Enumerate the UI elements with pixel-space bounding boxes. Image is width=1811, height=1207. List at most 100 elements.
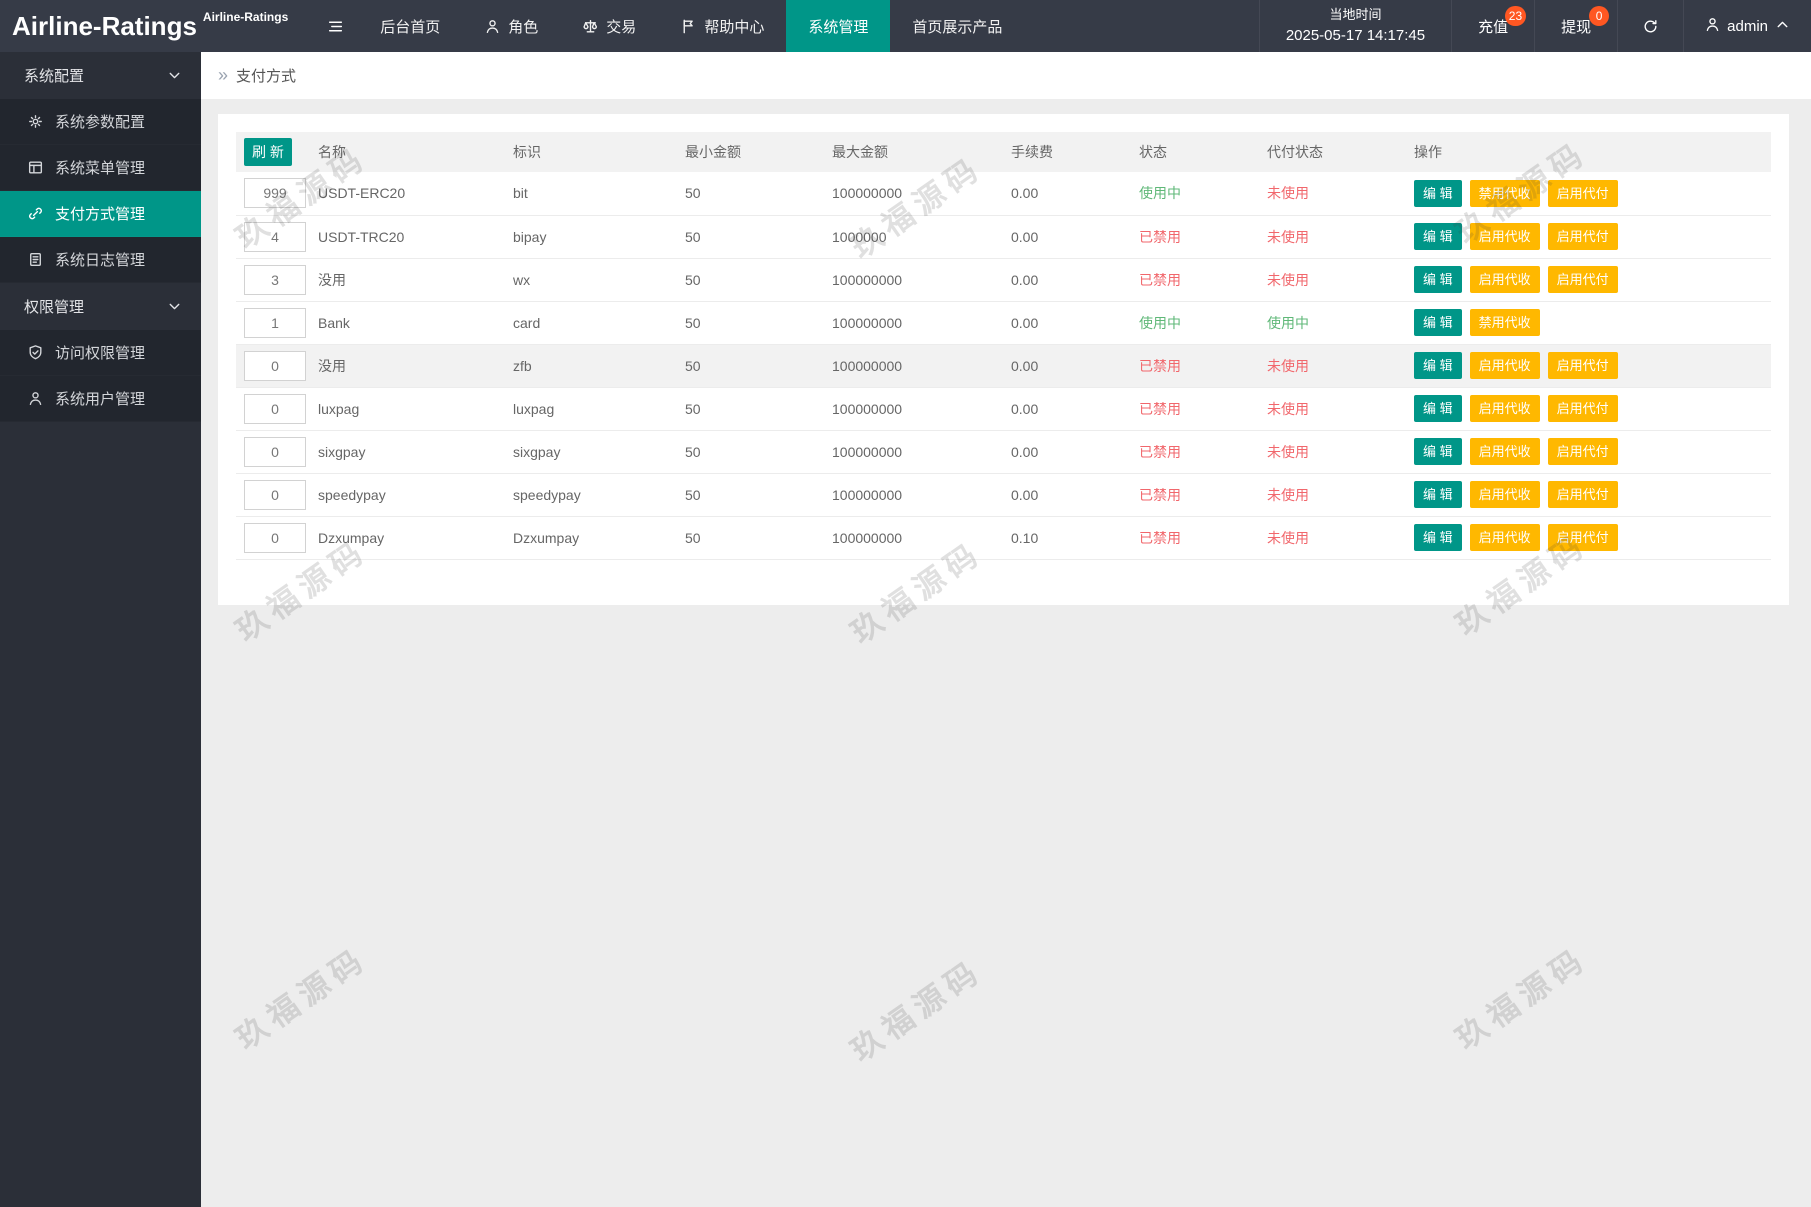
sidebar-toggle-button[interactable] xyxy=(312,0,358,52)
action-button[interactable]: 编 辑 xyxy=(1414,352,1462,379)
nav-item[interactable]: 帮助中心 xyxy=(658,0,786,52)
cell-name: 没用 xyxy=(310,344,505,387)
sidebar-section-title[interactable]: 系统配置 xyxy=(0,52,201,99)
quick-link[interactable]: 充值23 xyxy=(1452,0,1535,52)
pay-status-text: 未使用 xyxy=(1267,401,1309,417)
sort-input[interactable] xyxy=(244,523,306,553)
action-button[interactable]: 启用代收 xyxy=(1470,266,1540,293)
status-text: 已禁用 xyxy=(1139,272,1181,288)
nav-item-label: 首页展示产品 xyxy=(912,16,1002,37)
sidebar-item[interactable]: 系统用户管理 xyxy=(0,376,201,422)
status-text: 使用中 xyxy=(1139,315,1181,331)
shield-check-icon xyxy=(27,344,44,361)
action-button[interactable]: 启用代付 xyxy=(1548,223,1618,250)
sidebar-item-label: 系统参数配置 xyxy=(55,111,145,132)
cell-name: speedypay xyxy=(310,473,505,516)
action-button[interactable]: 启用代收 xyxy=(1470,481,1540,508)
menu-grid-icon xyxy=(27,159,44,176)
sidebar-section-title[interactable]: 权限管理 xyxy=(0,283,201,330)
table-row: sixgpaysixgpay501000000000.00已禁用未使用编 辑启用… xyxy=(236,430,1771,473)
action-button[interactable]: 禁用代收 xyxy=(1470,180,1540,207)
sidebar-item[interactable]: 支付方式管理 xyxy=(0,191,201,237)
sort-input[interactable] xyxy=(244,265,306,295)
logo-superscript: Airline-Ratings xyxy=(203,10,288,24)
cell-status: 已禁用 xyxy=(1131,258,1259,301)
cell-status: 已禁用 xyxy=(1131,430,1259,473)
nav-item[interactable]: 交易 xyxy=(560,0,658,52)
action-button[interactable]: 编 辑 xyxy=(1414,524,1462,551)
action-button[interactable]: 编 辑 xyxy=(1414,395,1462,422)
action-button[interactable]: 启用代付 xyxy=(1548,352,1618,379)
sort-input[interactable] xyxy=(244,178,306,208)
nav-item-label: 角色 xyxy=(508,16,538,37)
sort-input[interactable] xyxy=(244,308,306,338)
flag-icon xyxy=(680,18,697,35)
cell-sort xyxy=(236,215,310,258)
cell-min: 50 xyxy=(677,172,824,215)
pay-status-text: 未使用 xyxy=(1267,444,1309,460)
action-button[interactable]: 启用代收 xyxy=(1470,524,1540,551)
link-icon xyxy=(27,205,44,222)
cell-min: 50 xyxy=(677,430,824,473)
action-button[interactable]: 编 辑 xyxy=(1414,309,1462,336)
top-navbar: Airline-Ratings Airline-Ratings 后台首页角色交易… xyxy=(0,0,1811,52)
action-button[interactable]: 编 辑 xyxy=(1414,180,1462,207)
sidebar-item[interactable]: 系统参数配置 xyxy=(0,99,201,145)
cell-fee: 0.00 xyxy=(1003,215,1131,258)
table-row: 没用zfb501000000000.00已禁用未使用编 辑启用代收启用代付 xyxy=(236,344,1771,387)
cell-actions: 编 辑启用代收启用代付 xyxy=(1406,387,1771,430)
action-button[interactable]: 启用代付 xyxy=(1548,524,1618,551)
action-button[interactable]: 启用代付 xyxy=(1548,481,1618,508)
nav-item[interactable]: 角色 xyxy=(462,0,560,52)
sort-input[interactable] xyxy=(244,394,306,424)
cell-code: sixgpay xyxy=(505,430,677,473)
status-text: 已禁用 xyxy=(1139,358,1181,374)
person-icon xyxy=(1704,16,1721,33)
action-button[interactable]: 编 辑 xyxy=(1414,266,1462,293)
action-button[interactable]: 启用代付 xyxy=(1548,395,1618,422)
local-time: 当地时间 2025-05-17 14:17:45 xyxy=(1259,0,1452,52)
status-text: 已禁用 xyxy=(1139,401,1181,417)
action-button[interactable]: 编 辑 xyxy=(1414,438,1462,465)
action-button[interactable]: 启用代付 xyxy=(1548,266,1618,293)
quick-link[interactable]: 提现0 xyxy=(1535,0,1618,52)
cell-actions: 编 辑禁用代收 xyxy=(1406,301,1771,344)
sidebar-item[interactable]: 系统日志管理 xyxy=(0,237,201,283)
action-button[interactable]: 启用代付 xyxy=(1548,180,1618,207)
action-button[interactable]: 启用代付 xyxy=(1548,438,1618,465)
cell-pay-status: 使用中 xyxy=(1259,301,1406,344)
nav-item[interactable]: 后台首页 xyxy=(358,0,462,52)
cell-sort xyxy=(236,387,310,430)
sidebar-item[interactable]: 访问权限管理 xyxy=(0,330,201,376)
chevron-down-icon xyxy=(166,298,183,315)
sort-input[interactable] xyxy=(244,351,306,381)
action-button[interactable]: 启用代收 xyxy=(1470,223,1540,250)
cell-fee: 0.10 xyxy=(1003,516,1131,559)
sidebar-item[interactable]: 系统菜单管理 xyxy=(0,145,201,191)
sort-input[interactable] xyxy=(244,437,306,467)
nav-item[interactable]: 首页展示产品 xyxy=(890,0,1024,52)
cell-actions: 编 辑启用代收启用代付 xyxy=(1406,473,1771,516)
cell-actions: 编 辑启用代收启用代付 xyxy=(1406,215,1771,258)
nav-item[interactable]: 系统管理 xyxy=(786,0,890,52)
sort-input[interactable] xyxy=(244,222,306,252)
cell-sort xyxy=(236,473,310,516)
refresh-button[interactable]: 刷 新 xyxy=(244,138,292,166)
action-button[interactable]: 启用代收 xyxy=(1470,352,1540,379)
col-max-amount: 最大金额 xyxy=(824,132,1003,172)
cell-max: 100000000 xyxy=(824,172,1003,215)
action-button[interactable]: 禁用代收 xyxy=(1470,309,1540,336)
cell-fee: 0.00 xyxy=(1003,430,1131,473)
action-button[interactable]: 编 辑 xyxy=(1414,223,1462,250)
pay-status-text: 未使用 xyxy=(1267,229,1309,245)
cell-max: 100000000 xyxy=(824,473,1003,516)
cell-actions: 编 辑启用代收启用代付 xyxy=(1406,516,1771,559)
user-menu[interactable]: admin xyxy=(1684,0,1811,52)
action-button[interactable]: 启用代收 xyxy=(1470,438,1540,465)
action-button[interactable]: 启用代收 xyxy=(1470,395,1540,422)
sidebar-item-label: 系统用户管理 xyxy=(55,388,145,409)
notification-badge: 23 xyxy=(1505,6,1526,26)
action-button[interactable]: 编 辑 xyxy=(1414,481,1462,508)
refresh-page-button[interactable] xyxy=(1618,0,1684,52)
sort-input[interactable] xyxy=(244,480,306,510)
